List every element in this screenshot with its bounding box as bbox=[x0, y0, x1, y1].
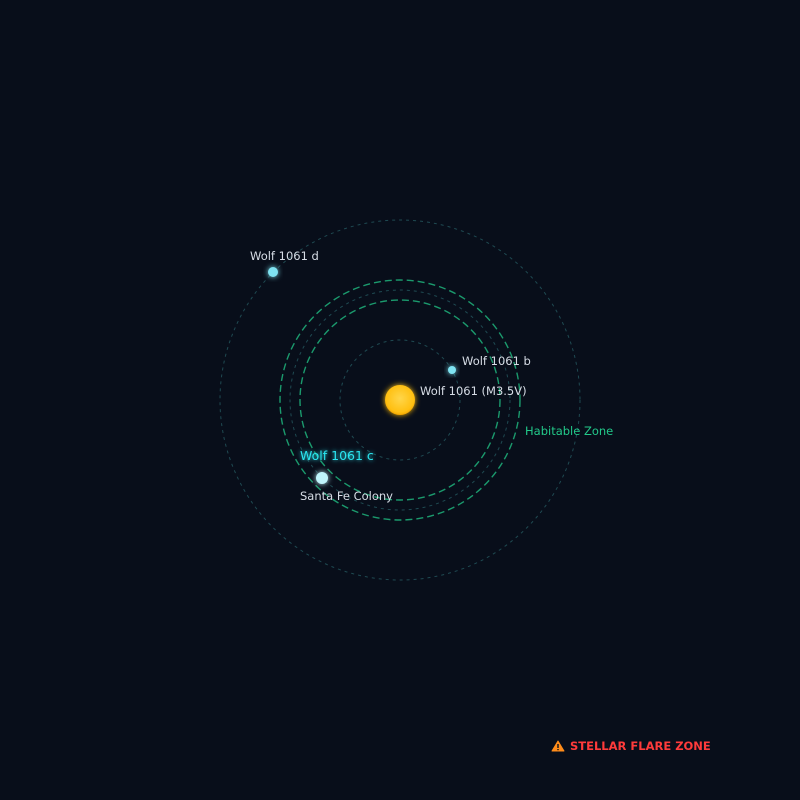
planet-wolf-1061-c[interactable] bbox=[316, 472, 328, 484]
warning-text: STELLAR FLARE ZONE bbox=[570, 739, 711, 753]
star-system-map: Wolf 1061 (M3.5V) Wolf 1061 b Wolf 1061 … bbox=[0, 0, 800, 800]
warning-triangle-icon bbox=[551, 740, 565, 752]
star-label: Wolf 1061 (M3.5V) bbox=[420, 384, 527, 398]
system-diagram: Wolf 1061 (M3.5V) Wolf 1061 b Wolf 1061 … bbox=[219, 219, 711, 753]
habitable-zone-label: Habitable Zone bbox=[525, 424, 613, 438]
stellar-flare-warning[interactable]: STELLAR FLARE ZONE bbox=[551, 739, 711, 753]
colony-label: Santa Fe Colony bbox=[300, 489, 393, 503]
planet-b-label: Wolf 1061 b bbox=[462, 354, 531, 368]
planet-wolf-1061-d[interactable] bbox=[268, 267, 278, 277]
planet-wolf-1061-b[interactable] bbox=[448, 366, 456, 374]
star[interactable] bbox=[385, 385, 415, 415]
planet-c-label: Wolf 1061 c bbox=[300, 448, 374, 463]
planet-d-label: Wolf 1061 d bbox=[250, 249, 319, 263]
